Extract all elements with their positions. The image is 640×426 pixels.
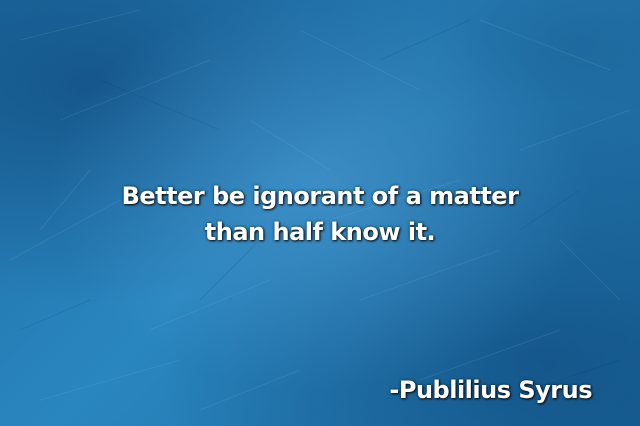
quote-text: Better be ignorant of a matter than half… [0, 178, 640, 250]
quote-line-1: Better be ignorant of a matter [121, 182, 519, 210]
quote-line-2: than half know it. [204, 218, 436, 246]
quote-author: -Publilius Syrus [389, 376, 592, 404]
quote-card: Better be ignorant of a matter than half… [0, 0, 640, 426]
